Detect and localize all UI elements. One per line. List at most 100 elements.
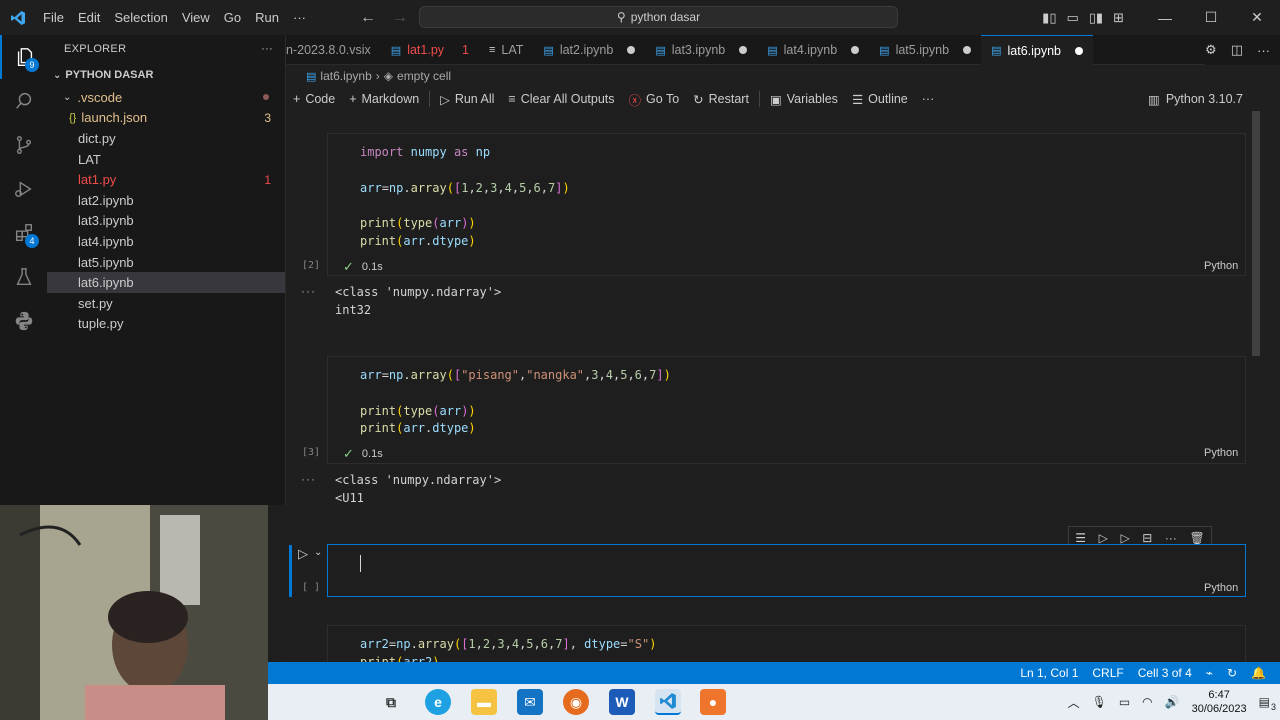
tree-item[interactable]: set.py	[47, 293, 285, 314]
menu-run[interactable]: Run	[248, 10, 286, 25]
microphone-icon[interactable]: 🎙	[1092, 695, 1107, 709]
output-more-icon[interactable]: ···	[301, 472, 316, 486]
firefox-icon[interactable]: ◉	[563, 689, 589, 715]
more-actions-icon[interactable]: ···	[261, 43, 273, 55]
broadcast-icon[interactable]: ⌁	[1206, 666, 1213, 680]
cell-code-editor[interactable]: import numpy as np arr=np.array([1,2,3,4…	[360, 144, 570, 251]
workspace-folder[interactable]: ⌄ PYTHON DASAR	[47, 63, 285, 87]
split-cell-icon[interactable]: ⊟	[1142, 531, 1152, 545]
cell-language[interactable]: Python	[1204, 447, 1278, 459]
go-to-button[interactable]: ⓧ Go To	[622, 90, 687, 109]
minimize-button[interactable]: —	[1142, 10, 1188, 26]
output-more-icon[interactable]: ···	[301, 284, 316, 298]
variables-button[interactable]: ▣ Variables	[763, 92, 845, 107]
tree-item[interactable]: lat5.ipynb	[47, 252, 285, 273]
menu-edit[interactable]: Edit	[71, 10, 107, 25]
tree-item[interactable]: lat4.ipynb	[47, 231, 285, 252]
more-toolbar-button[interactable]: ···	[915, 92, 942, 106]
code-cell[interactable]: arr2=np.array([1,2,3,4,5,6,7], dtype="S"…	[327, 625, 1246, 662]
menu-selection[interactable]: Selection	[107, 10, 174, 25]
editor-tab[interactable]: ▤ lat6.ipynb	[981, 35, 1094, 65]
toggle-secondary-sidebar-icon[interactable]: ▯▮	[1089, 10, 1103, 26]
cell-language[interactable]: Python	[1204, 582, 1278, 594]
run-all-button[interactable]: ▷ Run All	[433, 92, 501, 107]
editor-tab[interactable]: ▤ lat2.ipynb	[533, 35, 645, 65]
add-code-cell-button[interactable]: + Code	[286, 92, 342, 106]
toggle-sidebar-icon[interactable]: ▮▯	[1042, 10, 1056, 26]
editor-tab[interactable]: ▤ lat3.ipynb	[645, 35, 757, 65]
command-center-search[interactable]: ⚲ python dasar	[419, 6, 898, 28]
unsaved-dot-icon[interactable]	[851, 46, 860, 54]
delete-trash-icon[interactable]: 🗑	[1189, 531, 1204, 545]
cell-code-editor[interactable]: arr=np.array(["pisang","nangka",3,4,5,6,…	[360, 367, 671, 438]
unsaved-dot-icon[interactable]	[1075, 46, 1084, 55]
cell-indicator[interactable]: Cell 3 of 4	[1138, 666, 1192, 680]
menu-go[interactable]: Go	[217, 10, 248, 25]
kernel-picker[interactable]: ▥ Python 3.10.7	[1141, 92, 1250, 107]
mail-icon[interactable]: ✉	[517, 689, 543, 715]
edge-browser-icon[interactable]: e	[425, 689, 451, 715]
back-arrow-icon[interactable]: ←	[360, 9, 376, 27]
wifi-icon[interactable]: ◠	[1142, 695, 1152, 709]
breadcrumb-file[interactable]: lat6.ipynb	[320, 69, 371, 83]
python-activity[interactable]	[0, 299, 47, 343]
editor-tab[interactable]: ▤ lat4.ipynb	[757, 35, 869, 65]
cell-language[interactable]: Python	[1204, 260, 1278, 272]
cell-code-editor[interactable]: arr2=np.array([1,2,3,4,5,6,7], dtype="S"…	[360, 636, 656, 662]
testing-activity[interactable]	[0, 255, 47, 299]
unsaved-dot-icon[interactable]	[963, 46, 972, 54]
breadcrumb-cell[interactable]: empty cell	[397, 69, 451, 83]
split-editor-icon[interactable]: ◫	[1231, 42, 1243, 58]
vscode-taskbar-icon[interactable]	[655, 689, 681, 715]
bell-icon[interactable]: 🔔	[1251, 666, 1266, 680]
editor-tab[interactable]: n-2023.8.0.vsix	[286, 35, 381, 65]
maximize-button[interactable]: ☐	[1188, 9, 1234, 26]
add-markdown-cell-button[interactable]: + Markdown	[342, 92, 426, 106]
code-cell-active[interactable]	[327, 544, 1246, 597]
unsaved-dot-icon[interactable]	[739, 46, 748, 54]
menu-file[interactable]: File	[36, 10, 71, 25]
extensions-activity[interactable]: 4	[0, 211, 47, 255]
volume-icon[interactable]: 🔊	[1165, 695, 1180, 709]
tree-item[interactable]: ⌄ .vscode	[47, 87, 285, 108]
outline-button[interactable]: ☰ Outline	[845, 92, 915, 107]
word-icon[interactable]: W	[609, 689, 635, 715]
customize-layout-icon[interactable]: ⊞	[1113, 10, 1124, 26]
menu-view[interactable]: View	[175, 10, 217, 25]
menu-more[interactable]: ···	[286, 10, 313, 25]
execute-above-icon[interactable]: ▷	[1099, 531, 1108, 545]
task-view-icon[interactable]: ⧉	[378, 689, 404, 715]
file-explorer-icon[interactable]: ▬	[471, 689, 497, 715]
line-endings[interactable]: CRLF	[1092, 666, 1123, 680]
tree-item[interactable]: tuple.py	[47, 314, 285, 335]
chevron-up-icon[interactable]: ︿	[1068, 694, 1080, 711]
code-cell[interactable]: arr=np.array(["pisang","nangka",3,4,5,6,…	[327, 356, 1246, 464]
screen-recorder-icon[interactable]: ●	[700, 689, 726, 715]
execute-below-icon[interactable]: ▷	[1120, 531, 1129, 545]
search-activity[interactable]	[0, 79, 47, 123]
gear-icon[interactable]: ⚙	[1205, 42, 1217, 58]
source-control-activity[interactable]	[0, 123, 47, 167]
clock[interactable]: 6:47 30/06/2023	[1192, 688, 1247, 716]
vertical-scrollbar[interactable]	[1252, 111, 1260, 356]
more-icon[interactable]: ···	[1165, 531, 1177, 545]
code-cell[interactable]: import numpy as np arr=np.array([1,2,3,4…	[327, 133, 1246, 276]
chevron-down-icon[interactable]: ⌄	[314, 547, 322, 558]
notification-icon[interactable]: ▤ 3	[1259, 695, 1276, 712]
tree-item[interactable]: lat6.ipynb	[47, 272, 285, 293]
forward-arrow-icon[interactable]: →	[392, 9, 408, 27]
tree-item[interactable]: lat1.py 1	[47, 169, 285, 190]
run-cell-icon[interactable]: ▷	[298, 546, 308, 562]
battery-icon[interactable]: ▭	[1119, 695, 1130, 709]
run-by-line-icon[interactable]: ☰	[1075, 531, 1086, 545]
restart-button[interactable]: ↻ Restart	[686, 92, 756, 107]
unsaved-dot-icon[interactable]	[627, 46, 636, 54]
editor-tab[interactable]: ▤ lat5.ipynb	[869, 35, 981, 65]
cursor-position[interactable]: Ln 1, Col 1	[1020, 666, 1078, 680]
tree-item[interactable]: lat3.ipynb	[47, 211, 285, 232]
editor-tab[interactable]: ≡ LAT	[479, 35, 533, 65]
editor-tab[interactable]: ▤ lat1.py 1	[381, 35, 479, 65]
clear-all-outputs-button[interactable]: ≡ Clear All Outputs	[501, 92, 621, 106]
tree-item[interactable]: LAT	[47, 149, 285, 170]
sync-icon[interactable]: ↻	[1227, 666, 1237, 680]
